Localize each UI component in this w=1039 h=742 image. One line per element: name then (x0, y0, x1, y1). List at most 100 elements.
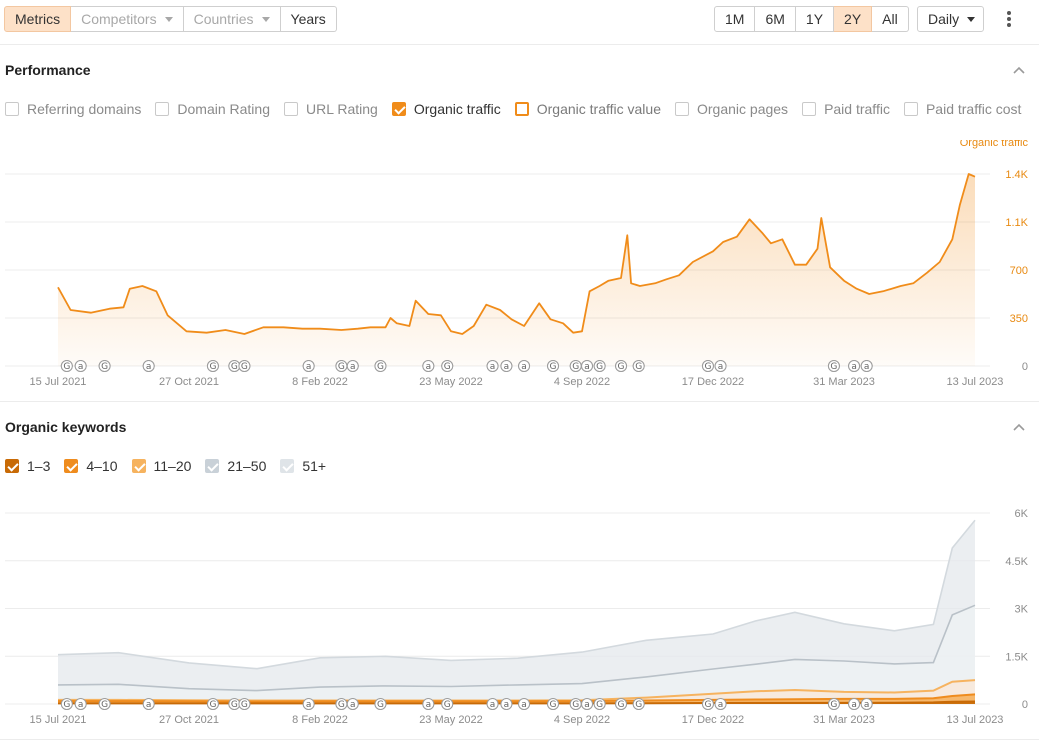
more-options-icon[interactable] (1002, 10, 1016, 28)
annotation-marker[interactable]: a (422, 360, 435, 373)
annotation-marker[interactable]: a (518, 360, 531, 373)
interval-dropdown[interactable]: Daily (917, 6, 984, 32)
bucket-toggle-11-20[interactable]: 11–20 (131, 458, 191, 474)
checkbox-icon[interactable] (5, 102, 19, 116)
bucket-toggle-4-10[interactable]: 4–10 (64, 458, 118, 474)
google-update-marker[interactable]: G (593, 360, 606, 373)
bucket-toggle-1-3[interactable]: 1–3 (5, 458, 50, 474)
google-update-marker[interactable]: G (60, 698, 73, 711)
annotation-marker[interactable]: a (142, 360, 155, 373)
google-update-marker[interactable]: G (547, 360, 560, 373)
annotation-marker[interactable]: a (860, 360, 873, 373)
checkbox-icon[interactable] (64, 459, 79, 473)
metric-toggle-paid-traffic-cost[interactable]: Paid traffic cost (903, 101, 1021, 117)
bucket-toggle-21-50[interactable]: 21–50 (205, 458, 266, 474)
svg-text:a: a (490, 362, 496, 372)
svg-text:a: a (426, 700, 432, 710)
tab-years[interactable]: Years (280, 6, 337, 32)
range-6m[interactable]: 6M (755, 6, 796, 32)
tab-competitors[interactable]: Competitors (71, 6, 184, 32)
checkbox-icon[interactable] (5, 459, 19, 473)
range-2y[interactable]: 2Y (834, 6, 873, 32)
checkbox-icon[interactable] (675, 102, 689, 116)
annotation-marker[interactable]: a (302, 360, 315, 373)
annotation-marker[interactable]: a (500, 698, 513, 711)
annotation-marker[interactable]: a (500, 360, 513, 373)
google-update-marker[interactable]: G (632, 360, 645, 373)
annotation-marker[interactable]: a (848, 698, 861, 711)
google-update-marker[interactable]: G (569, 698, 582, 711)
range-all[interactable]: All (872, 6, 909, 32)
annotation-marker[interactable]: a (346, 698, 359, 711)
annotation-marker[interactable]: a (486, 360, 499, 373)
tab-countries[interactable]: Countries (183, 6, 281, 32)
google-update-marker[interactable]: G (238, 360, 251, 373)
google-update-marker[interactable]: G (206, 698, 219, 711)
google-update-marker[interactable]: G (569, 360, 582, 373)
google-update-marker[interactable]: G (632, 698, 645, 711)
annotation-marker[interactable]: a (486, 698, 499, 711)
metric-toggle-domain-rating[interactable]: Domain Rating (155, 101, 270, 117)
checkbox-icon[interactable] (284, 102, 298, 116)
google-update-marker[interactable]: G (441, 360, 454, 373)
annotation-marker[interactable]: a (518, 698, 531, 711)
metric-toggle-organic-traffic-value[interactable]: Organic traffic value (514, 101, 661, 117)
annotation-marker[interactable]: a (581, 360, 594, 373)
annotation-marker[interactable]: a (302, 698, 315, 711)
annotation-marker[interactable]: a (848, 360, 861, 373)
annotation-marker[interactable]: a (422, 698, 435, 711)
checkbox-icon[interactable] (391, 102, 406, 116)
annotation-marker[interactable]: a (142, 698, 155, 711)
annotation-marker[interactable]: a (74, 698, 87, 711)
google-update-marker[interactable]: G (827, 698, 840, 711)
metric-toggle-organic-pages[interactable]: Organic pages (675, 101, 788, 117)
range-1y[interactable]: 1Y (795, 6, 835, 32)
tab-metrics[interactable]: Metrics (4, 6, 72, 32)
google-update-marker[interactable]: G (374, 698, 387, 711)
google-update-marker[interactable]: G (335, 360, 348, 373)
checkbox-icon[interactable] (514, 102, 529, 116)
checkbox-icon[interactable] (205, 459, 220, 473)
checkbox-icon[interactable] (155, 102, 170, 116)
annotation-marker[interactable]: a (581, 698, 594, 711)
annotation-marker[interactable]: a (860, 698, 873, 711)
google-update-marker[interactable]: G (374, 360, 387, 373)
google-update-marker[interactable]: G (98, 360, 111, 373)
annotation-marker[interactable]: a (346, 360, 359, 373)
metric-toggle-organic-traffic[interactable]: Organic traffic (391, 101, 501, 117)
google-update-marker[interactable]: G (593, 698, 606, 711)
checkbox-icon[interactable] (131, 459, 146, 473)
annotation-marker[interactable]: a (714, 698, 727, 711)
collapse-keywords-icon[interactable] (1012, 422, 1026, 432)
checkbox-icon[interactable] (280, 459, 295, 473)
google-update-marker[interactable]: G (98, 698, 111, 711)
google-update-marker[interactable]: G (60, 360, 73, 373)
collapse-performance-icon[interactable] (1012, 65, 1026, 75)
google-update-marker[interactable]: G (701, 360, 714, 373)
chevron-down-icon (164, 17, 173, 22)
checkbox-icon[interactable] (802, 102, 817, 116)
google-update-marker[interactable]: G (827, 360, 840, 373)
annotation-marker[interactable]: a (714, 360, 727, 373)
bucket-toggle-51[interactable]: 51+ (280, 458, 326, 474)
google-update-marker[interactable]: G (441, 698, 454, 711)
google-update-marker[interactable]: G (228, 698, 241, 711)
metric-toggle-paid-traffic[interactable]: Paid traffic (802, 101, 890, 117)
svg-text:G: G (572, 700, 579, 710)
google-update-marker[interactable]: G (615, 698, 628, 711)
metric-toggle-url-rating[interactable]: URL Rating (284, 101, 378, 117)
svg-text:a: a (504, 700, 510, 710)
checkbox-icon[interactable] (903, 102, 918, 116)
google-update-marker[interactable]: G (228, 360, 241, 373)
google-update-marker[interactable]: G (547, 698, 560, 711)
range-1m[interactable]: 1M (714, 6, 756, 32)
google-update-marker[interactable]: G (335, 698, 348, 711)
google-update-marker[interactable]: G (701, 698, 714, 711)
google-update-marker[interactable]: G (238, 698, 251, 711)
metric-toggle-referring-domains[interactable]: Referring domains (5, 101, 141, 117)
svg-text:G: G (618, 700, 625, 710)
y-axis-title: Organic traffic (960, 140, 1029, 149)
google-update-marker[interactable]: G (615, 360, 628, 373)
annotation-marker[interactable]: a (74, 360, 87, 373)
google-update-marker[interactable]: G (206, 360, 219, 373)
